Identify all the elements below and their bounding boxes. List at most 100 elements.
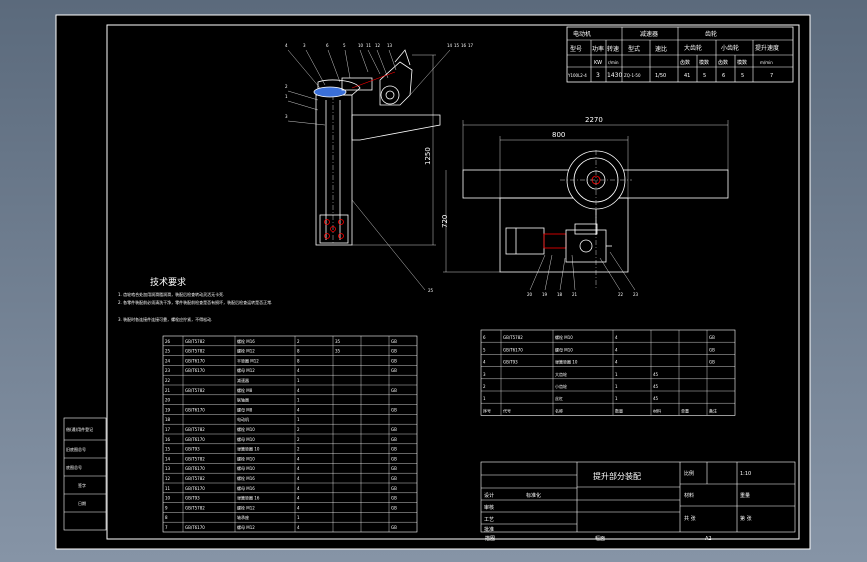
svg-text:审核: 审核 [484, 504, 494, 511]
table-cell: 备注 [709, 407, 717, 413]
table-cell: 螺母 M12 [237, 367, 255, 373]
tech-line-1: 1. 齿轮啮合处加用润滑脂润滑，装配后检查转动灵活无卡死. [118, 291, 224, 297]
motor-header: 电动机 [573, 30, 591, 38]
svg-text:18: 18 [557, 292, 563, 297]
unit-kw: KW [594, 60, 602, 66]
table-cell: 45 [653, 396, 659, 401]
tech-title: 技术要求 [150, 276, 186, 288]
table-cell: 13 [165, 466, 171, 471]
table-cell: 大齿轮 [555, 371, 567, 377]
table-cell: GB/T6170 [503, 347, 523, 352]
table-cell: GB/T93 [185, 496, 200, 501]
table-cell: 35 [335, 349, 341, 354]
table-cell: 17 [165, 427, 171, 432]
table-cell: 螺母 M8 [237, 406, 253, 412]
svg-text:日期: 日期 [78, 500, 86, 506]
svg-text:16: 16 [461, 43, 467, 48]
svg-text:21: 21 [572, 292, 578, 297]
table-cell: GB [709, 360, 715, 365]
svg-text:19: 19 [542, 292, 548, 297]
table-cell: GB/T93 [185, 447, 200, 452]
svg-text:共 张: 共 张 [684, 515, 696, 522]
table-cell: GB [391, 505, 397, 510]
table-cell: GB/T5782 [185, 388, 205, 393]
svg-text:23: 23 [633, 292, 639, 297]
table-cell: 16 [165, 437, 171, 442]
table-cell: GB [391, 368, 397, 373]
sub-small-gear: 小齿轮 [721, 44, 739, 52]
table-cell: GB [391, 407, 397, 412]
table-cell: 45 [653, 384, 659, 389]
drawing-name: 提升部分装配 [593, 471, 641, 481]
table-cell: 25 [165, 349, 171, 354]
sub-big-gear: 大齿轮 [684, 44, 702, 52]
table-cell: 21 [165, 388, 171, 393]
table-cell: 联轴器 [237, 397, 249, 403]
table-cell: GB [391, 496, 397, 501]
table-cell: 18 [165, 417, 171, 422]
table-cell: 45 [653, 372, 659, 377]
table-cell: GB/T6170 [185, 437, 205, 442]
table-cell: GB [391, 358, 397, 363]
svg-text:11: 11 [366, 43, 372, 48]
table-cell: 螺母 M16 [237, 485, 255, 491]
svg-text:比例: 比例 [684, 470, 694, 477]
table-cell: 弹簧垫圈 10 [237, 446, 260, 452]
table-cell: 22 [165, 378, 171, 383]
val-lift: 7 [770, 73, 773, 79]
sub-lift-speed: 提升速度 [755, 44, 779, 52]
svg-text:1:10: 1:10 [740, 471, 751, 477]
table-cell: 24 [165, 358, 171, 363]
table-cell: GB/T5782 [185, 476, 205, 481]
reducer-header: 减速器 [640, 30, 658, 38]
table-cell: 名称 [555, 407, 563, 413]
unit-teeth-big: 齿数 [680, 59, 690, 66]
table-cell: GB/T93 [503, 360, 518, 365]
sub-speed: 转速 [607, 45, 619, 53]
dim-1250: 1250 [424, 147, 432, 165]
table-cell: 螺栓 M16 [237, 338, 255, 344]
table-cell: 螺栓 M10 [237, 455, 255, 461]
table-cell: 螺母 M10 [237, 436, 255, 442]
svg-text:描图: 描图 [485, 535, 495, 542]
table-cell: GB [709, 347, 715, 352]
table-cell: 螺栓 M10 [555, 334, 573, 340]
table-cell: GB/T5782 [503, 335, 523, 340]
table-cell: 35 [335, 339, 341, 344]
table-cell: 14 [165, 456, 171, 461]
table-cell: 代号 [503, 407, 511, 413]
table-cell: 10 [165, 496, 171, 501]
table-cell: 减速器 [237, 377, 249, 383]
table-cell: GB [391, 427, 397, 432]
val-small-teeth: 6 [722, 73, 725, 79]
part-25: 25 [428, 288, 434, 293]
val-small-module: 5 [741, 73, 744, 79]
sub-power: 功率 [592, 45, 604, 53]
table-cell: GB/T6170 [185, 368, 205, 373]
table-cell: GB [391, 447, 397, 452]
svg-text:20: 20 [527, 292, 533, 297]
table-cell: GB [391, 476, 397, 481]
sub-model: 型号 [570, 45, 582, 53]
svg-text:12: 12 [375, 43, 381, 48]
svg-text:工艺: 工艺 [484, 517, 494, 523]
table-cell: 材料 [653, 407, 661, 413]
svg-text:重量: 重量 [740, 492, 750, 499]
svg-text:设计: 设计 [484, 492, 494, 499]
table-cell: 单重 [681, 407, 689, 413]
tech-line-2: 2. 各零件装配前必须清洗干净，零件装配前检查是否有损坏，装配后检查运转是否正常… [118, 299, 272, 305]
table-cell: GB/T5782 [185, 505, 205, 510]
unit-module-small: 模数 [737, 59, 747, 66]
gear-header: 齿轮 [705, 30, 717, 38]
table-cell: GB/T6170 [185, 407, 205, 412]
table-cell: GB/T6170 [185, 486, 205, 491]
table-cell: GB [391, 349, 397, 354]
table-cell: 平垫圈 M12 [237, 357, 259, 363]
sub-ratio: 速比 [655, 45, 667, 53]
table-cell: 螺母 M12 [237, 524, 255, 530]
table-cell: 轴承座 [237, 514, 249, 520]
table-cell: GB/T6170 [185, 466, 205, 471]
svg-text:10: 10 [358, 43, 364, 48]
table-cell: 螺母 M10 [237, 465, 255, 471]
table-cell: 弹簧垫圈 16 [237, 495, 260, 501]
